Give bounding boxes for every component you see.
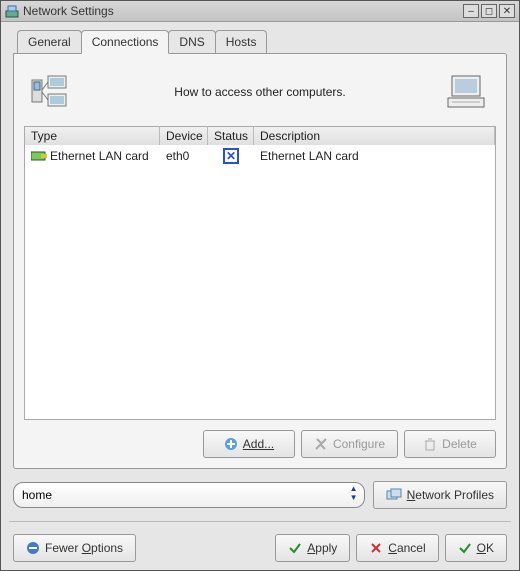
- profile-combo[interactable]: home ▲ ▼: [13, 482, 365, 508]
- app-icon: [5, 4, 19, 18]
- fewer-options-label: Fewer Options: [45, 541, 123, 555]
- close-button[interactable]: ✕: [499, 4, 515, 18]
- content: General Connections DNS Hosts: [1, 22, 519, 570]
- configure-label: Configure: [333, 437, 385, 451]
- x-icon: [369, 541, 383, 555]
- add-button[interactable]: Add...: [203, 430, 295, 458]
- status-disabled-icon: ✕: [223, 148, 239, 164]
- minus-icon: [26, 541, 40, 555]
- tools-icon: [314, 437, 328, 451]
- table-row[interactable]: Ethernet LAN card eth0 ✕ Ethernet LAN ca…: [25, 145, 495, 167]
- fewer-options-button[interactable]: Fewer Options: [13, 534, 136, 562]
- tab-bar: General Connections DNS Hosts: [17, 30, 507, 54]
- cell-type-text: Ethernet LAN card: [50, 149, 149, 163]
- maximize-button[interactable]: ◻: [481, 4, 497, 18]
- check-icon: [458, 541, 472, 555]
- ok-button[interactable]: OK: [445, 534, 507, 562]
- window-title: Network Settings: [23, 4, 463, 18]
- cancel-button[interactable]: Cancel: [356, 534, 438, 562]
- cell-type: Ethernet LAN card: [25, 148, 160, 164]
- connections-table[interactable]: Type Device Status Description Ethernet …: [24, 126, 496, 420]
- panel-description: How to access other computers.: [82, 85, 438, 99]
- trash-icon: [423, 437, 437, 451]
- delete-button[interactable]: Delete: [404, 430, 496, 458]
- col-device[interactable]: Device: [160, 127, 208, 145]
- profile-row: home ▲ ▼ Network Profiles: [13, 481, 507, 509]
- footer: Fewer Options Apply Cancel OK: [13, 530, 507, 562]
- panel-button-row: Add... Configure Delete: [24, 430, 496, 458]
- tab-general[interactable]: General: [17, 30, 82, 54]
- cell-device: eth0: [160, 148, 208, 164]
- check-icon: [288, 541, 302, 555]
- add-label: Add...: [243, 437, 274, 451]
- nic-icon: [31, 150, 47, 162]
- minimize-button[interactable]: –: [463, 4, 479, 18]
- ok-label: OK: [477, 541, 494, 555]
- col-type[interactable]: Type: [25, 127, 160, 145]
- devices-icon: [24, 72, 82, 112]
- col-description[interactable]: Description: [254, 127, 495, 145]
- network-profiles-label: etwork Profiles: [415, 488, 494, 502]
- cancel-label: Cancel: [388, 541, 425, 555]
- computer-icon: [438, 72, 496, 112]
- tab-hosts[interactable]: Hosts: [215, 30, 268, 54]
- panel-header: How to access other computers.: [24, 64, 496, 120]
- col-status[interactable]: Status: [208, 127, 254, 145]
- tab-dns[interactable]: DNS: [168, 30, 215, 54]
- combo-spinner[interactable]: ▲ ▼: [348, 485, 360, 503]
- network-profiles-button[interactable]: Network Profiles: [373, 481, 507, 509]
- window-controls: – ◻ ✕: [463, 4, 515, 18]
- profile-selected: home: [22, 488, 52, 502]
- cell-status: ✕: [208, 147, 254, 165]
- tab-panel-connections: How to access other computers. Type Devi…: [13, 53, 507, 469]
- plus-icon: [224, 437, 238, 451]
- configure-button[interactable]: Configure: [301, 430, 398, 458]
- profiles-icon: [386, 488, 402, 502]
- divider: [9, 521, 511, 522]
- delete-label: Delete: [442, 437, 477, 451]
- window: Network Settings – ◻ ✕ General Connectio…: [0, 0, 520, 571]
- table-header: Type Device Status Description: [25, 127, 495, 145]
- apply-label: Apply: [307, 541, 337, 555]
- tab-connections[interactable]: Connections: [81, 30, 170, 54]
- cell-description: Ethernet LAN card: [254, 148, 495, 164]
- apply-button[interactable]: Apply: [275, 534, 350, 562]
- titlebar: Network Settings – ◻ ✕: [1, 1, 519, 22]
- chevron-down-icon[interactable]: ▼: [348, 494, 360, 503]
